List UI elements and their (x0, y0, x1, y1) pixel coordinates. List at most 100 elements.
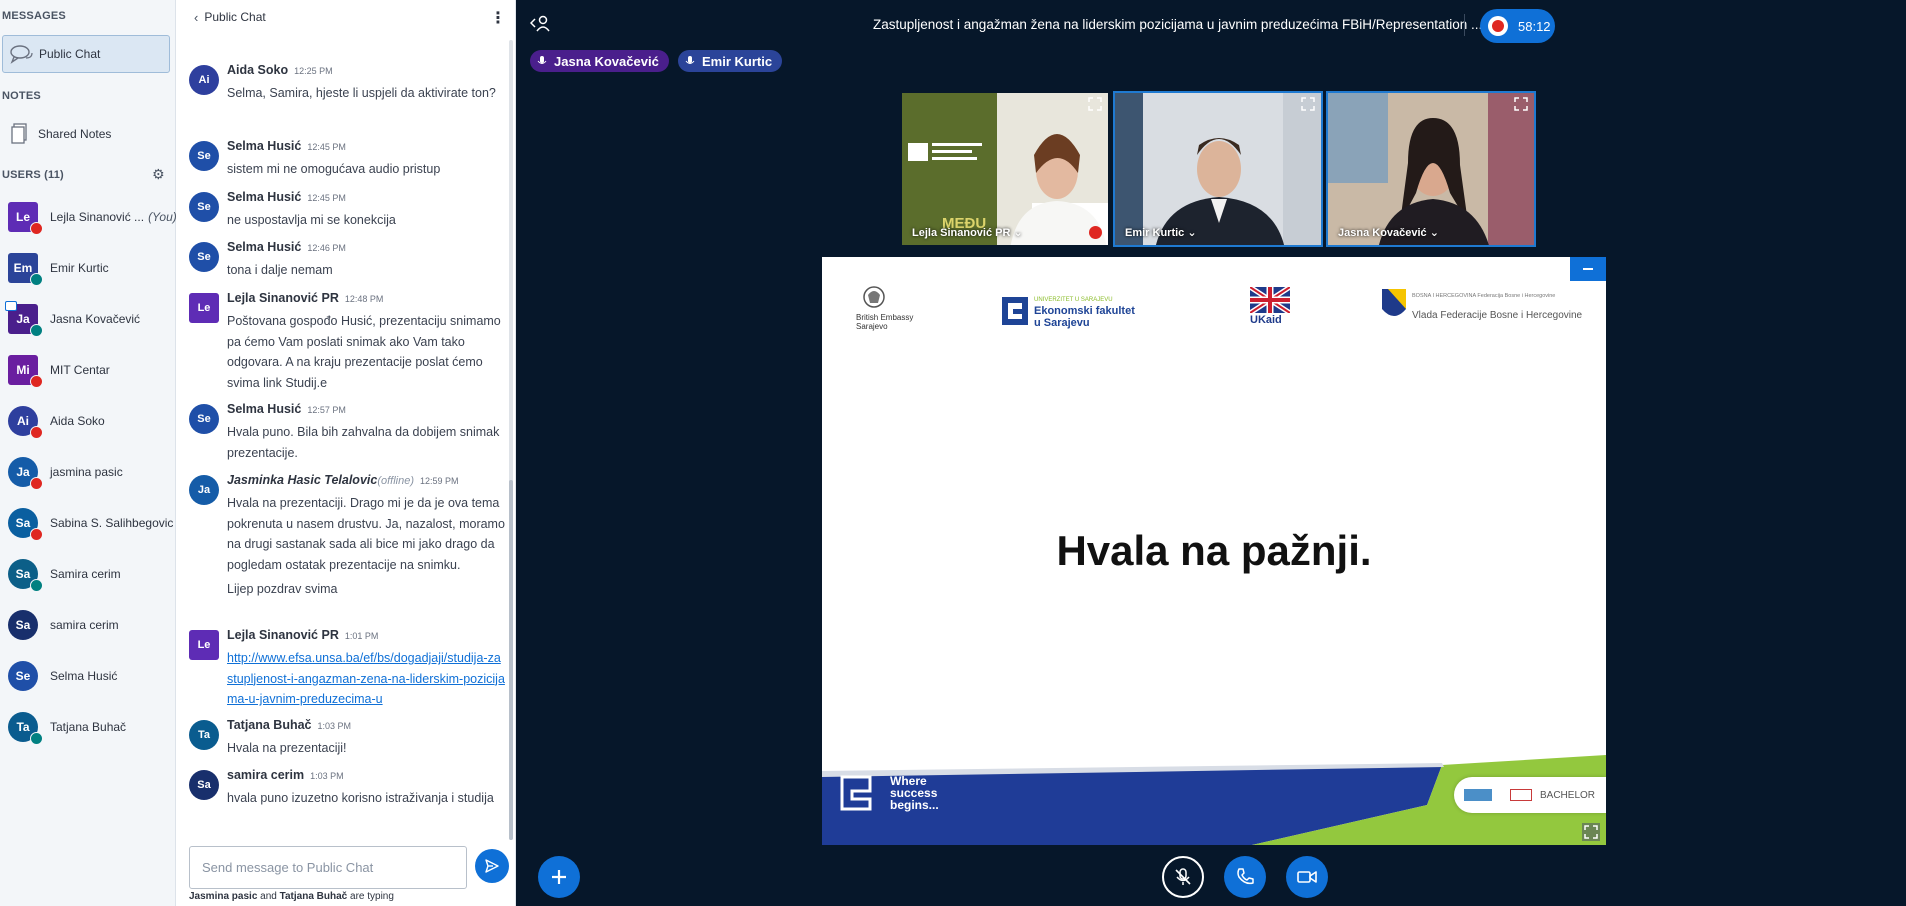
user-name: Sabina S. Salihbegovic (50, 516, 173, 530)
user-name-text: Tatjana Buhač (50, 720, 127, 734)
user-list-item[interactable]: Sa Sabina S. Salihbegovic (0, 501, 176, 545)
message-header: Tatjana Buhač 1:03 PM (227, 718, 351, 732)
message-text: tona i dalje nemam (227, 260, 505, 281)
microphone-icon (537, 56, 547, 64)
toggle-user-list-button[interactable] (529, 14, 552, 35)
video-tile-jasna[interactable]: Jasna Kovačević ⌄ (1326, 91, 1536, 247)
user-name: MIT Centar (50, 363, 110, 377)
user-list-item[interactable]: Se Selma Husić (0, 654, 176, 698)
user-name: Aida Soko (50, 414, 105, 428)
user-list-item[interactable]: Em Emir Kurtic (0, 246, 176, 290)
message-text: Hvala na prezentaciji! (227, 738, 505, 759)
talking-indicator-jasna[interactable]: Jasna Kovačević (530, 50, 669, 72)
video-tile-lejla[interactable]: MEĐU Lejla Sinanović PR ⌄ (900, 91, 1110, 247)
video-username[interactable]: Lejla Sinanović PR ⌄ (912, 226, 1023, 239)
message-avatar: Ta (189, 720, 219, 750)
more-options-icon[interactable]: ⋮ (490, 8, 506, 28)
scrollbar-thumb[interactable] (509, 480, 513, 840)
bih-coat-of-arms-icon (1382, 289, 1406, 316)
send-message-button[interactable] (475, 849, 509, 883)
message-body: tona i dalje nemam (227, 263, 333, 277)
avatar: Le (8, 202, 43, 235)
user-list-item[interactable]: Ai Aida Soko (0, 399, 176, 443)
actions-button[interactable] (538, 856, 580, 898)
chevron-left-icon[interactable]: ‹ (194, 10, 198, 25)
avatar: Ja (8, 457, 43, 490)
video-username[interactable]: Emir Kurtic ⌄ (1125, 226, 1197, 239)
message-header: Lejla Sinanović PR 12:48 PM (227, 291, 383, 305)
message-header: Selma Husić 12:46 PM (227, 240, 346, 254)
main-presentation-area: Zastupljenost i angažman žena na lidersk… (516, 0, 1906, 906)
user-list-item[interactable]: Ja jasmina pasic (0, 450, 176, 494)
typing-suffix: are typing (350, 891, 394, 902)
typing-indicator: Jasmina pasic and Tatjana Buhač are typi… (189, 891, 394, 902)
presentation-fullscreen-button[interactable] (1582, 823, 1600, 841)
user-list-item[interactable]: Sa Samira cerim (0, 552, 176, 596)
user-list-item[interactable]: Sa samira cerim (0, 603, 176, 647)
vlada-name: Vlada Federacije Bosne i Hercegovine (1412, 310, 1583, 321)
message-avatar: Se (189, 141, 219, 171)
chat-title[interactable]: Public Chat (204, 10, 265, 24)
message-avatar: Ai (189, 65, 219, 95)
avatar: Se (8, 661, 38, 691)
chat-scrollbar[interactable] (509, 40, 513, 840)
shared-notes-nav-item[interactable]: Shared Notes (2, 115, 170, 153)
message-header: Selma Husić 12:45 PM (227, 190, 346, 204)
user-list-item[interactable]: Mi MIT Centar (0, 348, 176, 392)
user-name-text: Emir Kurtic (50, 261, 109, 275)
microphone-muted-icon (1175, 868, 1191, 885)
share-webcam-button[interactable] (1286, 856, 1328, 898)
presenter-icon (5, 301, 17, 311)
uk-flag-icon (1250, 287, 1290, 313)
message-text: Poštovana gospođo Husić, prezentaciju sn… (227, 311, 505, 393)
message-text: sistem mi ne omogućava audio pristup (227, 159, 505, 180)
unmute-microphone-button[interactable] (1162, 856, 1204, 898)
user-list-item[interactable]: Ja Jasna Kovačević (0, 297, 176, 341)
video-tile-emir[interactable]: Emir Kurtic ⌄ (1113, 91, 1323, 247)
leave-audio-button[interactable] (1224, 856, 1266, 898)
public-chat-nav-item[interactable]: Public Chat (2, 35, 170, 73)
minimize-presentation-button[interactable] (1570, 257, 1606, 281)
message-time: 12:25 PM (294, 66, 333, 76)
user-list-item[interactable]: Ta Tatjana Buhač (0, 705, 176, 749)
message-text: ne uspostavlja mi se konekcija (227, 210, 505, 231)
message-avatar: Sa (189, 770, 219, 800)
avatar: Mi (8, 355, 43, 388)
university-label: UNIVERZITET U SARAJEVU (1034, 297, 1113, 303)
gear-icon[interactable]: ⚙ (152, 166, 165, 183)
message-time: 12:59 PM (420, 476, 459, 486)
public-chat-label: Public Chat (39, 47, 101, 61)
chat-panel: ‹ Public Chat ⋮ Ai Aida Soko 12:25 PM Selma… (176, 0, 516, 906)
message-link[interactable]: http://www.efsa.unsa.ba/ef/bs/dogadjaji/… (227, 651, 505, 706)
user-name-text: Samira cerim (50, 567, 121, 581)
message-avatar: Le (189, 630, 219, 660)
webcam-feed (902, 93, 1108, 245)
message-sender: samira cerim (227, 768, 305, 782)
message-header: Selma Husić 12:57 PM (227, 402, 346, 416)
user-list-toggle-icon (529, 15, 550, 32)
message-body: hvala puno izuzetno korisno istraživanja… (227, 791, 494, 805)
talking-indicator-emir[interactable]: Emir Kurtic (678, 50, 783, 72)
chat-message-input[interactable]: Send message to Public Chat (189, 846, 467, 889)
user-name-text: Lejla Sinanović ... (50, 210, 145, 224)
topbar-divider (1464, 14, 1465, 36)
message-body: ne uspostavlja mi se konekcija (227, 213, 396, 227)
fullscreen-icon (1301, 97, 1315, 111)
recording-indicator[interactable]: 58:12 (1480, 9, 1555, 43)
muted-icon (30, 528, 43, 541)
meeting-title: Zastupljenost i angažman žena na lidersk… (873, 17, 1483, 32)
plus-icon (552, 870, 566, 884)
user-list-item[interactable]: Le Lejla Sinanović ... (You) (0, 195, 177, 239)
message-time: 12:45 PM (307, 193, 346, 203)
user-name: Jasna Kovačević (50, 312, 140, 326)
message-sender: Aida Soko (227, 63, 289, 77)
bih-small-text: BOSNA I HERCEGOVINA Federacija Bosne i H… (1412, 293, 1556, 299)
user-name: Lejla Sinanović ... (You) (50, 210, 177, 224)
typing-and: and (260, 891, 277, 902)
avatar: Sa (8, 559, 43, 592)
message-header: Selma Husić 12:45 PM (227, 139, 346, 153)
chat-header: ‹ Public Chat ⋮ (176, 0, 516, 34)
avatar: Sa (8, 610, 38, 640)
message-avatar: Se (189, 242, 219, 272)
video-username[interactable]: Jasna Kovačević ⌄ (1338, 226, 1439, 239)
